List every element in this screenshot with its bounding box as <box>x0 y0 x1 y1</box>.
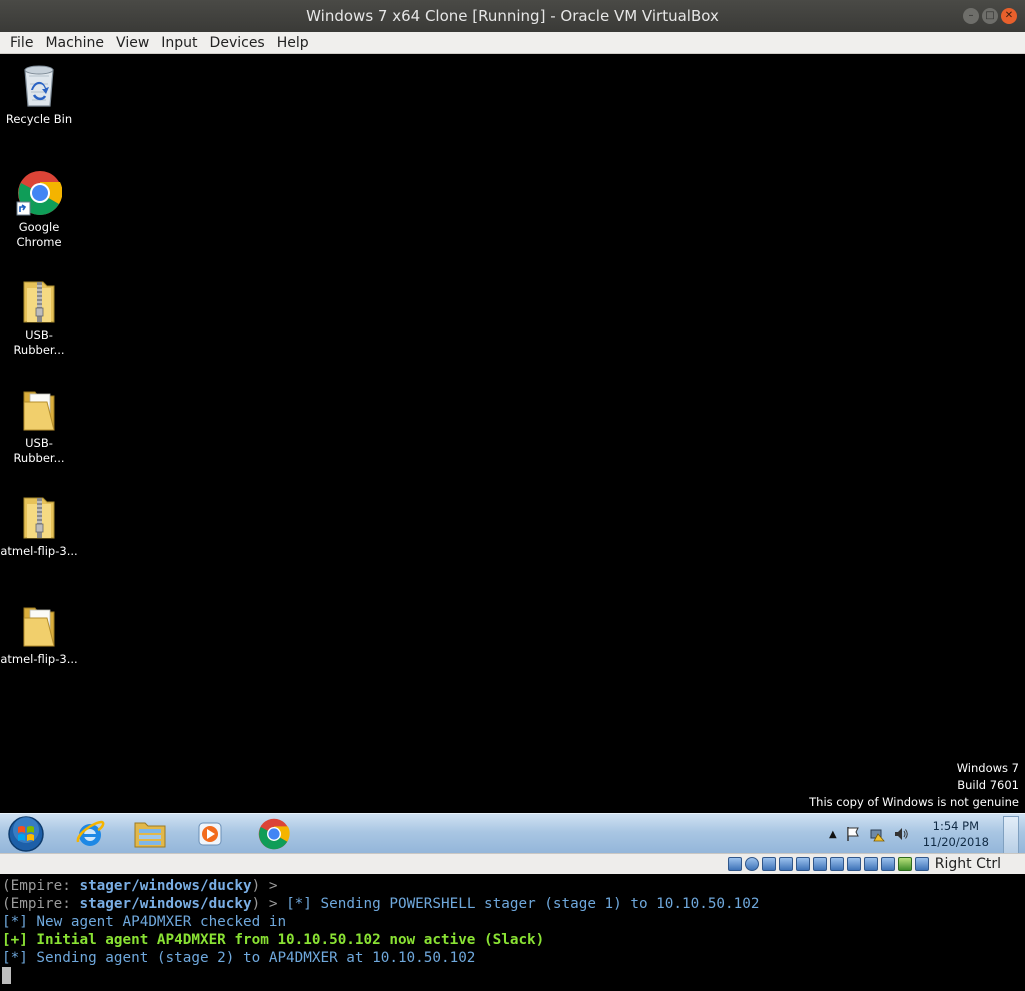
watermark-os: Windows 7 <box>956 761 1019 775</box>
menu-help[interactable]: Help <box>271 32 315 54</box>
maximize-button[interactable]: □ <box>982 8 998 24</box>
zip-folder-icon <box>23 497 55 539</box>
audio-icon[interactable] <box>762 857 777 871</box>
prompt-module: stager/windows/ducky <box>79 896 252 912</box>
network-warning-icon[interactable] <box>869 826 885 842</box>
windows-watermark: Windows 7 Build 7601 This copy of Window… <box>809 760 1019 811</box>
terminal-cursor[interactable] <box>2 967 11 984</box>
vbox-status-bar: Right Ctrl <box>0 853 1025 874</box>
folder-icon <box>23 391 55 431</box>
terminal-output[interactable]: (Empire: stager/windows/ducky) > (Empire:… <box>0 874 1025 991</box>
taskbar: ▲ 1:54 PM 11/20/2018 <box>0 813 1025 854</box>
guest-additions-icon[interactable] <box>898 857 913 871</box>
desktop-icon-label: atmel-flip-3... <box>0 544 78 558</box>
watermark-genuine-notice: This copy of Windows is not genuine <box>809 795 1019 809</box>
terminal-line: (Empire: stager/windows/ducky) > <box>2 877 1025 895</box>
window-controls: – □ ✕ <box>963 8 1017 24</box>
desktop-icon-usb-rubber-zip[interactable]: USB-Rubber... <box>0 278 78 358</box>
video-capture-icon[interactable] <box>847 857 862 871</box>
minimize-button[interactable]: – <box>963 8 979 24</box>
terminal-line: [+] Initial agent AP4DMXER from 10.10.50… <box>2 932 545 948</box>
taskbar-clock[interactable]: 1:54 PM 11/20/2018 <box>923 818 989 850</box>
clock-time: 1:54 PM <box>932 819 980 833</box>
shared-folders-icon[interactable] <box>813 857 828 871</box>
desktop-icon-atmel-folder[interactable]: atmel-flip-3... <box>0 602 78 667</box>
show-hidden-icons-icon[interactable]: ▲ <box>829 829 837 840</box>
menu-file[interactable]: File <box>4 32 39 54</box>
desktop-icon-label: Google Chrome <box>16 220 62 249</box>
zip-folder-icon <box>23 281 55 323</box>
prompt-suffix: ) > <box>251 878 278 894</box>
prompt-prefix: (Empire: <box>2 896 80 912</box>
desktop-icon-label: Recycle Bin <box>5 112 73 126</box>
taskbar-windows-explorer[interactable] <box>130 817 170 851</box>
terminal-line: [*] New agent AP4DMXER checked in <box>2 914 287 930</box>
recycle-bin-icon <box>24 65 54 107</box>
terminal-cursor-line <box>2 967 1025 985</box>
desktop-icon-atmel-zip[interactable]: atmel-flip-3... <box>0 494 78 559</box>
windows-start-icon <box>8 816 44 852</box>
terminal-line: [*] Sending agent (stage 2) to AP4DMXER … <box>2 950 476 966</box>
clock-date: 11/20/2018 <box>922 835 989 849</box>
watermark-build: Build 7601 <box>957 778 1019 792</box>
media-player-icon <box>198 822 222 846</box>
taskbar-media-player[interactable] <box>190 817 230 851</box>
host-key-label[interactable]: Right Ctrl <box>935 856 1001 872</box>
system-tray: ▲ 1:54 PM 11/20/2018 <box>829 814 989 854</box>
menubar: File Machine View Input Devices Help <box>0 32 1025 54</box>
folder-icon <box>23 607 55 647</box>
prompt-module: stager/windows/ducky <box>79 878 252 894</box>
chrome-icon <box>16 171 62 216</box>
desktop-icon-chrome[interactable]: Google Chrome <box>0 170 78 250</box>
taskbar-chrome[interactable] <box>254 817 294 851</box>
usb-icon[interactable] <box>796 857 811 871</box>
menu-input[interactable]: Input <box>155 32 203 54</box>
terminal-message: [*] Sending POWERSHELL stager (stage 1) … <box>286 896 760 912</box>
prompt-suffix: ) > <box>251 896 287 912</box>
desktop-icon-usb-rubber-folder[interactable]: USB-Rubber... <box>0 386 78 466</box>
menu-machine[interactable]: Machine <box>39 32 110 54</box>
desktop-icon-recycle-bin[interactable]: Recycle Bin <box>0 62 78 127</box>
vt-x-icon[interactable] <box>864 857 879 871</box>
menu-view[interactable]: View <box>110 32 155 54</box>
taskbar-internet-explorer[interactable] <box>70 817 110 851</box>
windows-explorer-icon <box>134 822 166 848</box>
internet-explorer-icon <box>76 820 105 846</box>
display-icon[interactable] <box>830 857 845 871</box>
show-desktop-button[interactable] <box>1003 816 1019 854</box>
action-center-flag-icon[interactable] <box>845 826 861 842</box>
desktop-icon-label: USB-Rubber... <box>13 328 65 357</box>
window-title: Windows 7 x64 Clone [Running] - Oracle V… <box>306 7 719 25</box>
network-icon[interactable] <box>779 857 794 871</box>
optical-drive-icon[interactable] <box>745 857 760 871</box>
mouse-integration-icon[interactable] <box>881 857 896 871</box>
close-button[interactable]: ✕ <box>1001 8 1017 24</box>
desktop-icon-label: atmel-flip-3... <box>0 652 78 666</box>
prompt-prefix: (Empire: <box>2 878 80 894</box>
volume-icon[interactable] <box>893 826 909 842</box>
keyboard-capture-icon[interactable] <box>915 857 930 871</box>
start-button[interactable] <box>6 815 46 857</box>
menu-devices[interactable]: Devices <box>204 32 271 54</box>
desktop-icon-label: USB-Rubber... <box>13 436 65 465</box>
chrome-icon <box>258 818 290 850</box>
terminal-line: (Empire: stager/windows/ducky) > [*] Sen… <box>2 895 1025 913</box>
guest-desktop: Recycle Bin Google Chrome USB-Rubber... <box>0 54 1025 813</box>
window-titlebar: Windows 7 x64 Clone [Running] - Oracle V… <box>0 0 1025 32</box>
hard-disk-icon[interactable] <box>728 857 743 871</box>
